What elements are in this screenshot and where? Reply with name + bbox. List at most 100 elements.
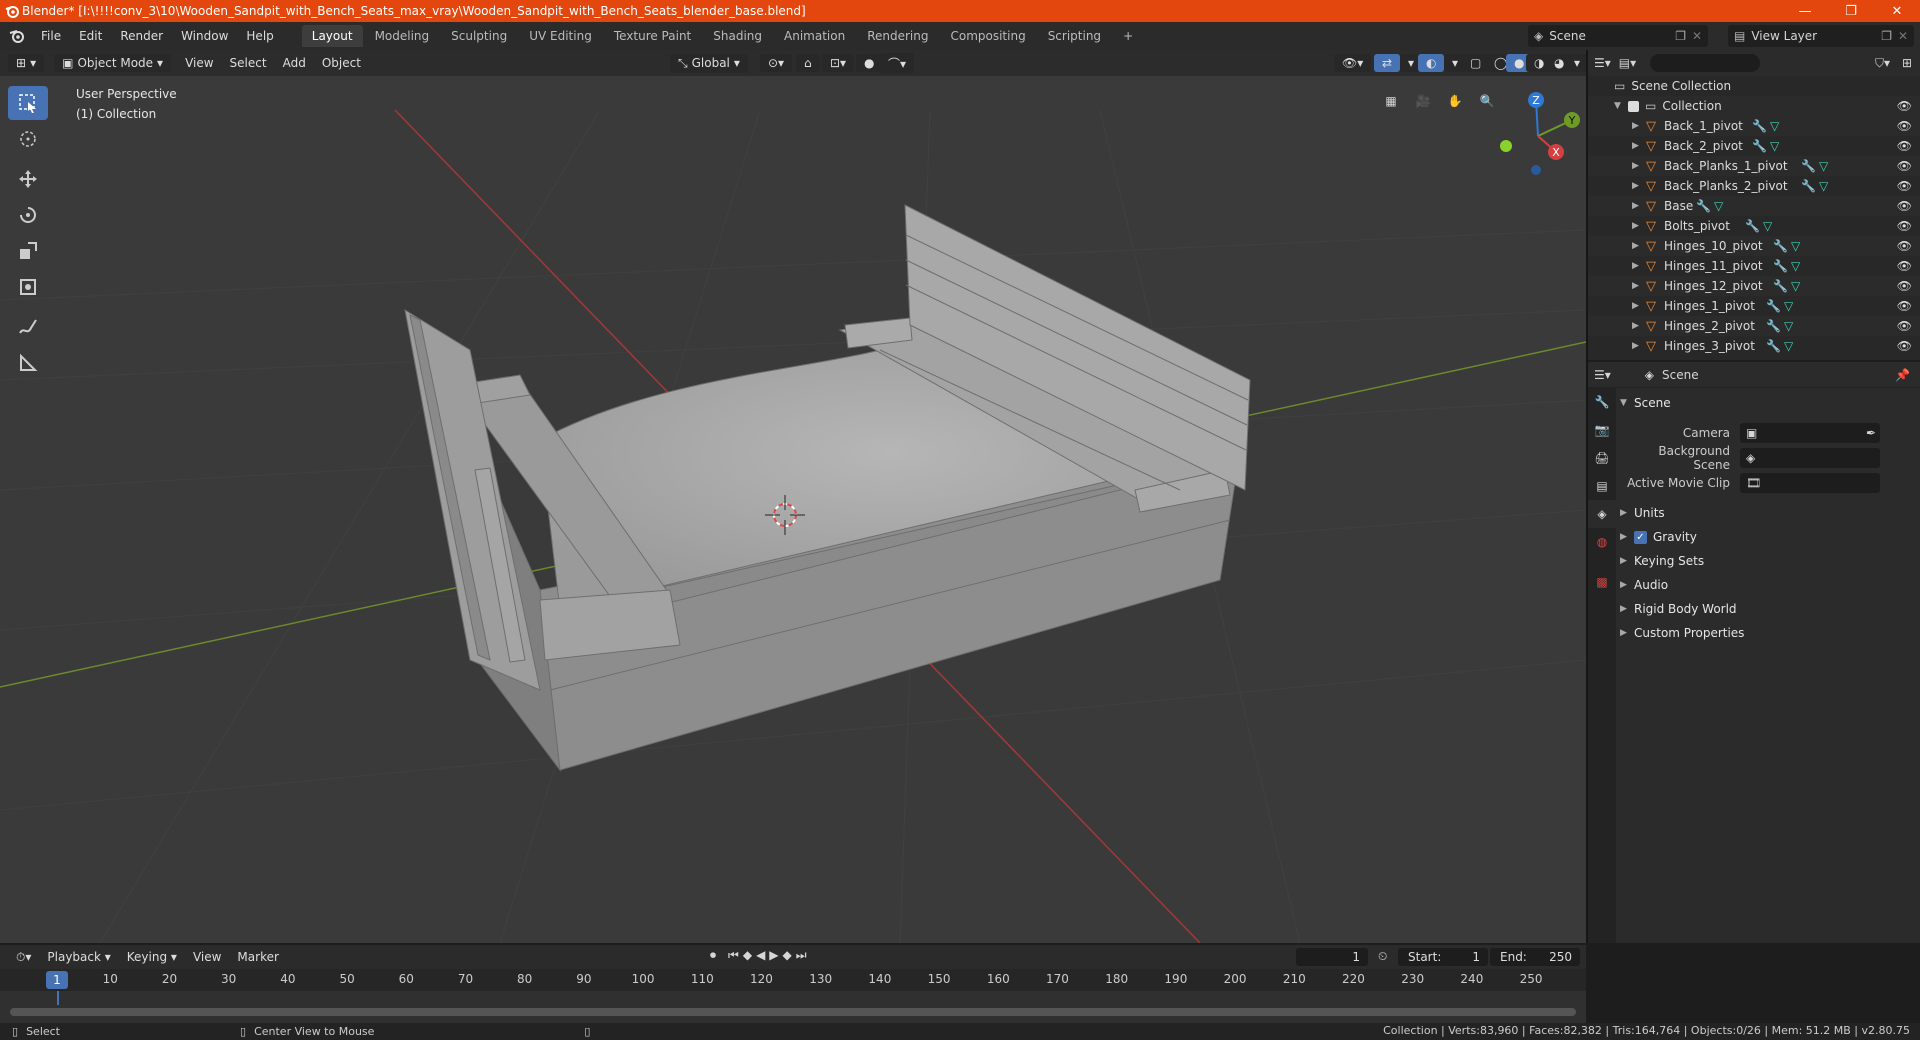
tree-item-object[interactable]: ▶ ▽ Hinges_11_pivot 🔧 ▽ 👁: [1588, 256, 1920, 276]
modifier-wrench-icon[interactable]: 🔧: [1766, 339, 1781, 353]
close-button[interactable]: ✕: [1874, 0, 1920, 22]
menu-window[interactable]: Window: [172, 29, 237, 43]
modifier-wrench-icon[interactable]: 🔧: [1745, 219, 1760, 233]
menu-playback[interactable]: Playback ▾: [39, 950, 118, 964]
tree-item-object[interactable]: ▶ ▽ Bolts_pivot 🔧 ▽ 👁: [1588, 216, 1920, 236]
tree-item-object[interactable]: ▶ ▽ Hinges_1_pivot 🔧 ▽ 👁: [1588, 296, 1920, 316]
transform-tool[interactable]: [8, 270, 48, 304]
mesh-data-icon[interactable]: ▽: [1714, 199, 1723, 213]
tree-item-object[interactable]: ▶ ▽ Hinges_12_pivot 🔧 ▽ 👁: [1588, 276, 1920, 296]
expand-arrow-icon[interactable]: ▶: [1632, 341, 1642, 351]
expand-arrow-icon[interactable]: ▶: [1632, 221, 1642, 231]
annotate-tool[interactable]: [8, 310, 48, 344]
expand-arrow-icon[interactable]: ▶: [1632, 301, 1642, 311]
mesh-data-icon[interactable]: ▽: [1791, 239, 1800, 253]
mesh-data-icon[interactable]: ▽: [1791, 259, 1800, 273]
play-icon[interactable]: ▶: [769, 948, 778, 963]
modifier-wrench-icon[interactable]: 🔧: [1752, 119, 1767, 133]
menu-view[interactable]: View: [177, 56, 221, 70]
outliner-search-input[interactable]: [1650, 54, 1761, 72]
grid-view-icon[interactable]: ▦: [1378, 88, 1404, 114]
display-mode-icon[interactable]: ▤▾: [1619, 56, 1636, 70]
mesh-data-icon[interactable]: ▽: [1763, 219, 1772, 233]
delete-view-layer-icon[interactable]: ✕: [1898, 29, 1908, 43]
menu-render[interactable]: Render: [111, 29, 172, 43]
tree-item-object[interactable]: ▶ ▽ Back_1_pivot 🔧 ▽ 👁: [1588, 116, 1920, 136]
eyedropper-icon[interactable]: ✒: [1866, 426, 1876, 440]
modifier-wrench-icon[interactable]: 🔧: [1766, 319, 1781, 333]
jump-end-icon[interactable]: ⏭: [796, 948, 807, 963]
pivot-point-button[interactable]: ⊙▾: [760, 54, 793, 72]
background-scene-field[interactable]: ◈: [1740, 447, 1880, 468]
tree-item-object[interactable]: ▶ ▽ Hinges_2_pivot 🔧 ▽ 👁: [1588, 316, 1920, 336]
eye-icon[interactable]: 👁: [1897, 239, 1912, 253]
tab-rendering[interactable]: Rendering: [857, 25, 938, 47]
scene-panel-header[interactable]: ▼ Scene: [1620, 392, 1916, 414]
frame-ruler[interactable]: 1 10 20 30 40 50 60 70 80 90 100 110 120 130 140 150 16…: [0, 969, 1586, 991]
tab-modeling[interactable]: Modeling: [365, 25, 440, 47]
scene-selector[interactable]: ◈ Scene ❐ ✕: [1528, 25, 1708, 47]
tab-view-layer[interactable]: ▤: [1588, 472, 1616, 500]
menu-object[interactable]: Object: [314, 56, 369, 70]
delete-scene-icon[interactable]: ✕: [1692, 29, 1702, 43]
mesh-data-icon[interactable]: ▽: [1791, 279, 1800, 293]
mode-dropdown[interactable]: ▣ Object Mode ▾: [54, 54, 172, 72]
add-workspace-button[interactable]: +: [1113, 25, 1143, 47]
rigid-body-world-panel[interactable]: ▶ Rigid Body World: [1620, 597, 1916, 621]
mesh-data-icon[interactable]: ▽: [1784, 339, 1793, 353]
keying-sets-panel[interactable]: ▶ Keying Sets: [1620, 549, 1916, 573]
tab-render[interactable]: 📷: [1588, 416, 1616, 444]
expand-arrow-icon[interactable]: ▶: [1632, 181, 1642, 191]
tree-item-collection[interactable]: ▼ ▭ Collection 👁: [1588, 96, 1920, 116]
tree-item-object[interactable]: ▶ ▽ Hinges_10_pivot 🔧 ▽ 👁: [1588, 236, 1920, 256]
modifier-wrench-icon[interactable]: 🔧: [1766, 299, 1781, 313]
navigation-gizmo[interactable]: Z Y X: [1490, 86, 1586, 182]
select-box-tool[interactable]: [8, 86, 48, 120]
camera-view-icon[interactable]: 🎥: [1410, 88, 1436, 114]
mesh-data-icon[interactable]: ▽: [1784, 319, 1793, 333]
tree-item-object[interactable]: ▶ ▽ Back_Planks_2_pivot 🔧 ▽ 👁: [1588, 176, 1920, 196]
expand-arrow-icon[interactable]: ▼: [1614, 101, 1624, 111]
mesh-data-icon[interactable]: ▽: [1819, 159, 1828, 173]
eye-icon[interactable]: 👁: [1897, 199, 1912, 213]
modifier-wrench-icon[interactable]: 🔧: [1801, 179, 1816, 193]
gizmo-toggle[interactable]: ⇄: [1374, 54, 1401, 72]
expand-arrow-icon[interactable]: ▶: [1632, 141, 1642, 151]
new-view-layer-icon[interactable]: ❐: [1881, 29, 1892, 43]
menu-marker[interactable]: Marker: [229, 950, 286, 964]
tab-animation[interactable]: Animation: [774, 25, 855, 47]
blender-menu-icon[interactable]: [8, 27, 26, 45]
snap-toggle[interactable]: ⌂: [796, 54, 820, 72]
3d-viewport[interactable]: ⊞ ▾ ▣ Object Mode ▾ View Select Add Objec…: [0, 50, 1586, 943]
expand-arrow-icon[interactable]: ▶: [1632, 321, 1642, 331]
next-keyframe-icon[interactable]: ◆: [783, 948, 792, 963]
menu-timeline-view[interactable]: View: [185, 950, 229, 964]
tab-output[interactable]: 🖨: [1588, 444, 1616, 472]
menu-keying[interactable]: Keying ▾: [119, 950, 185, 964]
menu-help[interactable]: Help: [237, 29, 282, 43]
eye-icon[interactable]: 👁: [1897, 299, 1912, 313]
gravity-panel[interactable]: ▶ ✓ Gravity: [1620, 525, 1916, 549]
modifier-wrench-icon[interactable]: 🔧: [1773, 279, 1788, 293]
timeline-track[interactable]: [0, 991, 1586, 1023]
new-collection-icon[interactable]: ⊞: [1902, 56, 1912, 70]
shading-dropdown[interactable]: ▾: [1566, 54, 1586, 72]
units-panel[interactable]: ▶ Units: [1620, 501, 1916, 525]
preview-range-icon[interactable]: ⏲: [1378, 949, 1387, 964]
current-frame-field[interactable]: 1: [1296, 948, 1368, 966]
timeline-editor-type[interactable]: ⏱▾: [8, 948, 39, 967]
pin-icon[interactable]: 📌: [1895, 368, 1910, 382]
menu-edit[interactable]: Edit: [70, 29, 111, 43]
modifier-wrench-icon[interactable]: 🔧: [1773, 239, 1788, 253]
tab-shading[interactable]: Shading: [703, 25, 772, 47]
playhead[interactable]: 1: [46, 971, 68, 989]
camera-field[interactable]: ▣ ✒: [1740, 422, 1880, 443]
mesh-data-icon[interactable]: ▽: [1770, 119, 1779, 133]
minimize-button[interactable]: —: [1782, 0, 1828, 22]
tab-uv-editing[interactable]: UV Editing: [519, 25, 602, 47]
audio-panel[interactable]: ▶ Audio: [1620, 573, 1916, 597]
expand-arrow-icon[interactable]: ▶: [1632, 161, 1642, 171]
tab-layout[interactable]: Layout: [301, 25, 363, 47]
modifier-wrench-icon[interactable]: 🔧: [1752, 139, 1767, 153]
visibility-button[interactable]: 👁▾: [1334, 54, 1372, 72]
